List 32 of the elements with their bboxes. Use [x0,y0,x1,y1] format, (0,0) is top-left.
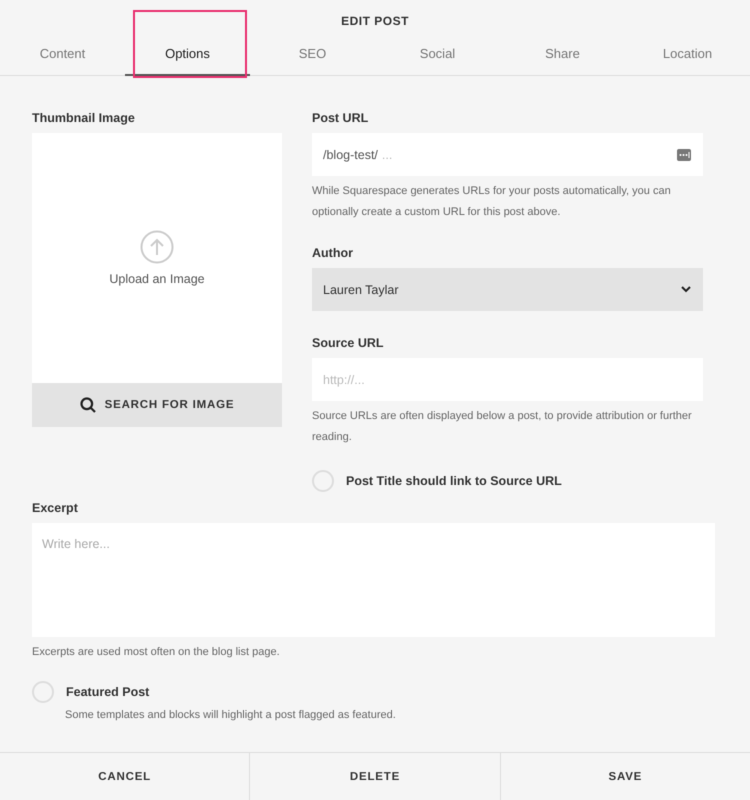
field-label: Thumbnail Image [32,111,136,127]
help-text: Source URLs are often displayed below a post, to provide attribution or further reading. [312,409,693,445]
tab[interactable]: Share [500,32,625,76]
radio-button[interactable] [32,681,54,703]
upload-icon [140,230,174,264]
tab[interactable]: SEO [250,32,375,76]
field-label: Post URL [312,111,370,127]
search-icon [80,397,96,413]
more-icon[interactable] [677,148,691,160]
radio-button[interactable] [312,470,334,492]
upload-area[interactable]: Upload an Image [32,133,282,383]
help-text: While Squarespace generates URLs for your posts automatically, you can optionally create a custom URL for this post above. [312,184,672,220]
upload-label: Upload an Image [109,272,205,286]
field-label: Excerpt [32,501,79,517]
chevron-down-icon [681,286,691,293]
author-select[interactable]: Lauren Taylar [312,268,703,311]
dialog-title: EDIT POST [340,13,410,30]
field-label: Author [312,246,354,262]
option-label: Post Title should link to Source URL [346,474,562,488]
field-label: Source URL [312,336,385,352]
source-url-field[interactable]: http://... [312,358,703,401]
tab[interactable]: Content [0,32,125,76]
tab[interactable]: Location [625,32,750,76]
field-value: /blog-test/ ... [323,148,392,162]
search-for-image-button[interactable]: SEARCH FOR IMAGE [32,383,282,427]
post-url-field[interactable]: /blog-test/ ... [312,133,703,176]
excerpt-field[interactable]: Write here... [32,523,715,637]
tab[interactable]: Options [125,32,250,76]
tab[interactable]: Social [375,32,500,76]
option-description: Some templates and blocks will highlight a post flagged as featured. [65,709,397,721]
help-text: Excerpts are used most often on the blog list page. [32,645,281,660]
option-label: Featured Post [66,685,150,699]
